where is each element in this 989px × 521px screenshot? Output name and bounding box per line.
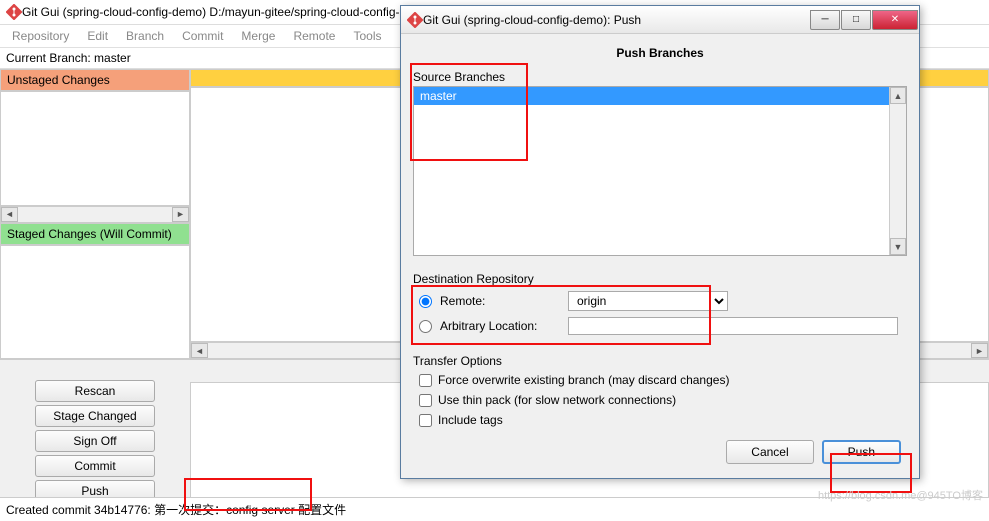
unstaged-scrollbar[interactable]: ◄ ► [0, 206, 190, 223]
sign-off-button[interactable]: Sign Off [35, 430, 155, 452]
thin-checkbox[interactable] [419, 394, 432, 407]
source-scrollbar[interactable]: ▲ ▼ [889, 87, 906, 255]
menu-merge[interactable]: Merge [233, 27, 283, 45]
remote-label: Remote: [440, 294, 560, 308]
transfer-label: Transfer Options [413, 352, 907, 370]
menu-remote[interactable]: Remote [285, 27, 343, 45]
remote-row: Remote: origin [413, 288, 907, 314]
force-label: Force overwrite existing branch (may dis… [438, 373, 729, 387]
destination-label: Destination Repository [413, 270, 907, 288]
source-branches-list[interactable]: master ▲ ▼ [413, 86, 907, 256]
transfer-section: Transfer Options Force overwrite existin… [413, 352, 907, 430]
arbitrary-input[interactable] [568, 317, 898, 335]
force-checkbox[interactable] [419, 374, 432, 387]
window-buttons: ─ □ ✕ [810, 10, 919, 30]
scroll-right-icon[interactable]: ► [172, 207, 189, 222]
remote-select[interactable]: origin [568, 291, 728, 311]
push-dialog: Git Gui (spring-cloud-config-demo): Push… [400, 5, 920, 479]
dialog-buttons: Cancel Push [413, 430, 907, 466]
thin-label: Use thin pack (for slow network connecti… [438, 393, 676, 407]
arbitrary-row: Arbitrary Location: [413, 314, 907, 338]
dialog-title: Git Gui (spring-cloud-config-demo): Push [423, 13, 810, 27]
menu-tools[interactable]: Tools [345, 27, 389, 45]
dialog-push-button[interactable]: Push [822, 440, 901, 464]
git-icon [6, 4, 22, 20]
dialog-body: Push Branches Source Branches master ▲ ▼… [401, 34, 919, 478]
button-column: Rescan Stage Changed Sign Off Commit Pus… [0, 360, 190, 506]
stage-changed-button[interactable]: Stage Changed [35, 405, 155, 427]
remote-radio[interactable] [419, 295, 432, 308]
watermark: https://blog.csdn.me@945TO博客 [818, 487, 983, 503]
tags-label: Include tags [438, 413, 503, 427]
menu-commit[interactable]: Commit [174, 27, 231, 45]
scroll-up-icon[interactable]: ▲ [890, 87, 906, 104]
rescan-button[interactable]: Rescan [35, 380, 155, 402]
menu-branch[interactable]: Branch [118, 27, 172, 45]
minimize-button[interactable]: ─ [810, 10, 840, 30]
scroll-right-icon[interactable]: ► [971, 343, 988, 358]
force-row: Force overwrite existing branch (may dis… [413, 370, 907, 390]
source-branches-label: Source Branches [413, 68, 907, 86]
arbitrary-label: Arbitrary Location: [440, 319, 560, 333]
scroll-left-icon[interactable]: ◄ [1, 207, 18, 222]
arbitrary-radio[interactable] [419, 320, 432, 333]
destination-section: Destination Repository Remote: origin Ar… [413, 270, 907, 338]
tags-row: Include tags [413, 410, 907, 430]
source-branch-item[interactable]: master [414, 87, 906, 105]
thin-row: Use thin pack (for slow network connecti… [413, 390, 907, 410]
staged-list[interactable] [0, 245, 190, 360]
unstaged-list[interactable] [0, 91, 190, 206]
menu-edit[interactable]: Edit [79, 27, 116, 45]
git-icon [407, 12, 423, 28]
close-button[interactable]: ✕ [872, 10, 918, 30]
scroll-left-icon[interactable]: ◄ [191, 343, 208, 358]
left-panel: Unstaged Changes ◄ ► Staged Changes (Wil… [0, 69, 190, 359]
unstaged-header: Unstaged Changes [0, 69, 190, 91]
cancel-button[interactable]: Cancel [726, 440, 813, 464]
maximize-button[interactable]: □ [841, 10, 871, 30]
main-title: Git Gui (spring-cloud-config-demo) D:/ma… [22, 5, 430, 19]
commit-button[interactable]: Commit [35, 455, 155, 477]
tags-checkbox[interactable] [419, 414, 432, 427]
dialog-titlebar[interactable]: Git Gui (spring-cloud-config-demo): Push… [401, 6, 919, 34]
menu-repository[interactable]: Repository [4, 27, 77, 45]
staged-header: Staged Changes (Will Commit) [0, 223, 190, 245]
scroll-down-icon[interactable]: ▼ [890, 238, 906, 255]
dialog-heading: Push Branches [413, 42, 907, 68]
